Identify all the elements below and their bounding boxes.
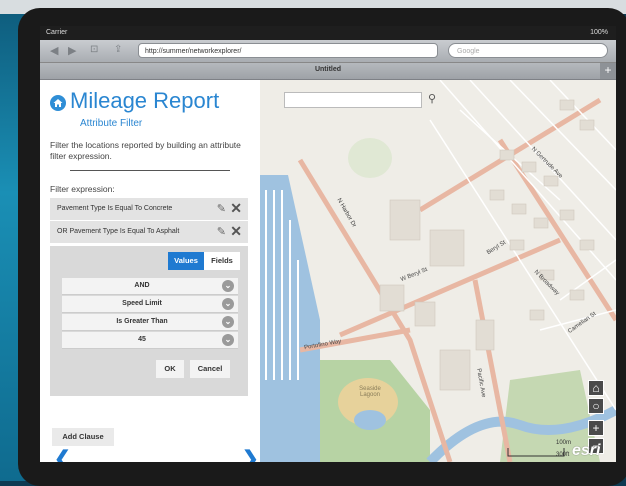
tablet-screen: Carrier 100% ◀ ▶ ⊡ ⇪ http://summer/netwo… [40, 26, 616, 462]
clause-text: Pavement Type Is Equal To Concrete [57, 205, 173, 212]
edit-icon[interactable]: ✎ [217, 225, 226, 238]
select-value: AND [134, 282, 150, 289]
search-icon[interactable]: ⚲ [428, 92, 436, 105]
home-icon[interactable] [50, 95, 66, 111]
clause-row[interactable]: Pavement Type Is Equal To Concrete ✎ ✕ [50, 198, 248, 221]
status-bar: Carrier 100% [40, 26, 616, 40]
scale-label-imperial: 300ft [556, 452, 570, 458]
bookmarks-icon[interactable]: ⊡ [90, 44, 98, 55]
clause-row[interactable]: OR Pavement Type Is Equal To Asphalt ✎ ✕ [50, 221, 248, 244]
park-label: Seaside Lagoon [359, 386, 381, 398]
map-basemap [260, 80, 616, 462]
new-tab-button[interactable]: + [600, 63, 616, 79]
ok-button[interactable]: OK [156, 360, 184, 378]
filter-panel: Mileage Report Attribute Filter Filter t… [40, 80, 260, 462]
edit-icon[interactable]: ✎ [217, 202, 226, 215]
chevron-down-icon[interactable]: ⌄ [222, 298, 234, 310]
map-search-input[interactable] [284, 92, 422, 108]
clause-editor: Values Fields AND ⌄ Speed Limit ⌄ Is Gre… [50, 246, 248, 396]
chevron-down-icon[interactable]: ⌄ [222, 280, 234, 292]
value-select[interactable]: 45 ⌄ [62, 332, 238, 349]
chevron-left-icon[interactable]: ❮ [54, 446, 71, 462]
chevron-down-icon[interactable]: ⌄ [222, 316, 234, 328]
field-select[interactable]: Speed Limit ⌄ [62, 296, 238, 313]
fields-tab[interactable]: Fields [204, 252, 240, 270]
select-value: Speed Limit [122, 300, 162, 307]
page-subtitle: Attribute Filter [80, 118, 143, 129]
share-icon[interactable]: ⇪ [114, 44, 122, 55]
battery-label: 100% [590, 29, 608, 36]
divider [70, 170, 230, 171]
chevron-down-icon[interactable]: ⌄ [222, 334, 234, 346]
select-value: Is Greater Than [116, 318, 168, 325]
tab-title[interactable]: Untitled [40, 66, 616, 73]
cancel-button[interactable]: Cancel [190, 360, 230, 378]
filter-expression-label: Filter expression: [50, 184, 115, 194]
comparison-select[interactable]: Is Greater Than ⌄ [62, 314, 238, 331]
operator-select[interactable]: AND ⌄ [62, 278, 238, 295]
chevron-right-icon[interactable]: ❯ [242, 446, 259, 462]
tab-bar: Untitled + [40, 63, 616, 80]
carrier-label: Carrier [46, 29, 68, 36]
browser-toolbar: ◀ ▶ ⊡ ⇪ http://summer/networkexplorer/ G… [40, 40, 616, 63]
clause-text: OR Pavement Type Is Equal To Asphalt [57, 228, 180, 235]
page-title: Mileage Report [70, 88, 220, 113]
forward-icon[interactable]: ▶ [68, 44, 76, 57]
close-icon[interactable]: ✕ [230, 223, 242, 240]
values-tab[interactable]: Values [168, 252, 204, 270]
search-field[interactable]: Google [448, 43, 608, 58]
close-icon[interactable]: ✕ [230, 200, 242, 217]
back-icon[interactable]: ◀ [50, 44, 58, 57]
map-view[interactable]: ⚲ N Harbor Dr W Beryl St Beryl St N Broa… [260, 80, 616, 462]
locate-icon[interactable]: ○ [588, 398, 604, 414]
address-bar[interactable]: http://summer/networkexplorer/ [138, 43, 438, 58]
select-value: 45 [138, 336, 146, 343]
home-icon[interactable]: ⌂ [588, 380, 604, 396]
zoom-in-button[interactable]: + [588, 420, 604, 436]
add-clause-button[interactable]: Add Clause [52, 428, 114, 446]
scale-label-metric: 100m [556, 440, 572, 446]
esri-logo: esri [572, 442, 601, 459]
description-text: Filter the locations reported by buildin… [50, 140, 241, 161]
